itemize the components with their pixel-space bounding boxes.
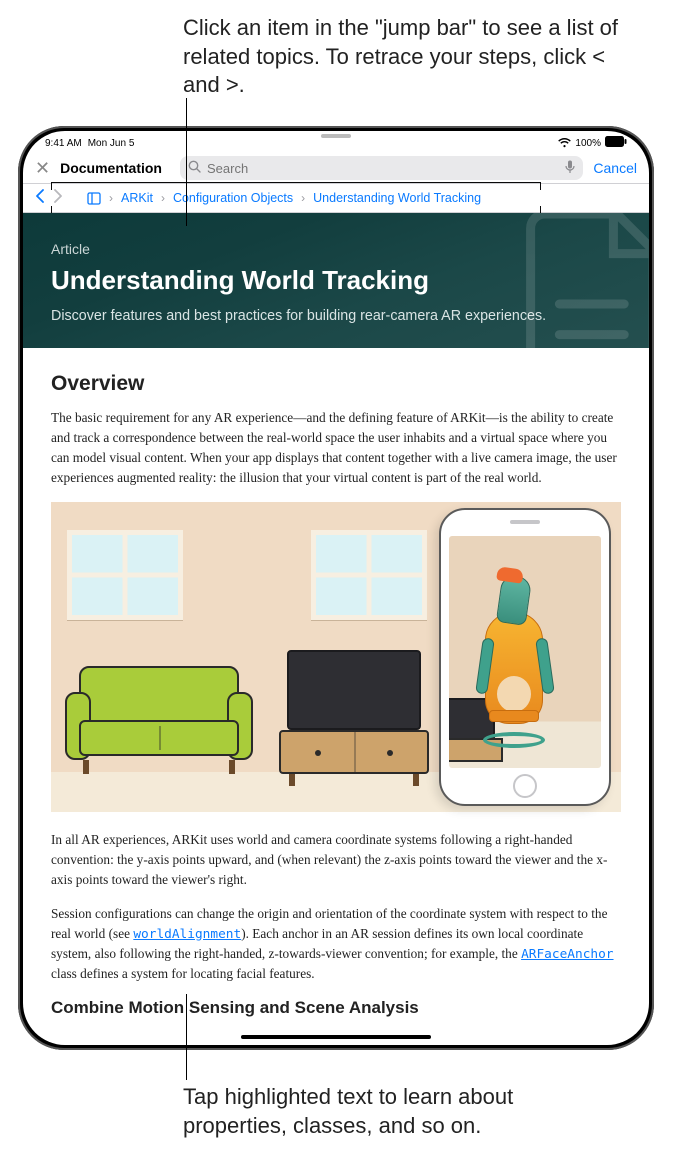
wifi-icon (558, 138, 571, 148)
multitask-pill[interactable] (321, 134, 351, 138)
cancel-button[interactable]: Cancel (593, 160, 637, 176)
content-scroll[interactable]: Article Understanding World Tracking Dis… (23, 213, 649, 1045)
search-icon (188, 160, 201, 176)
jumpbar-item-config[interactable]: Configuration Objects (173, 191, 293, 205)
jumpbar-item-arkit[interactable]: ARKit (121, 191, 153, 205)
callout-top: Click an item in the "jump bar" to see a… (183, 14, 623, 100)
close-icon[interactable]: ✕ (35, 158, 50, 179)
search-input[interactable] (207, 161, 559, 176)
nav-forward-icon[interactable] (53, 189, 63, 207)
document-bg-icon (509, 213, 649, 348)
jump-bar: › ARKit › Configuration Objects › Unders… (23, 183, 649, 213)
window-icon (67, 530, 183, 620)
overview-heading: Overview (51, 372, 621, 396)
nav-back-icon[interactable] (35, 189, 45, 207)
phone-mockup-icon (439, 508, 611, 806)
leader-line-top (186, 98, 187, 226)
mic-icon[interactable] (565, 160, 575, 177)
window-icon (311, 530, 427, 620)
overview-paragraph-3: Session configurations can change the or… (51, 904, 621, 984)
tv-stand-icon (279, 730, 429, 774)
illustration-ar-room (51, 502, 621, 812)
ipad-screen: 9:41 AM Mon Jun 5 100% ✕ Documentation (23, 131, 649, 1045)
search-field[interactable] (180, 156, 583, 180)
section-heading-combine: Combine Motion Sensing and Scene Analysi… (51, 998, 621, 1018)
link-arfaceanchor[interactable]: ARFaceAnchor (521, 947, 613, 962)
p3-text-c: class defines a system for locating faci… (51, 966, 315, 981)
library-icon[interactable] (87, 192, 101, 205)
overview-paragraph-1: The basic requirement for any AR experie… (51, 408, 621, 488)
status-time: 9:41 AM (45, 138, 82, 149)
ar-character-icon (475, 582, 553, 752)
overview-paragraph-2: In all AR experiences, ARKit uses world … (51, 830, 621, 890)
battery-pct: 100% (575, 138, 601, 149)
status-bar: 9:41 AM Mon Jun 5 100% (23, 131, 649, 153)
link-worldalignment[interactable]: worldAlignment (133, 927, 241, 942)
chevron-right-icon: › (161, 191, 165, 205)
status-date: Mon Jun 5 (88, 138, 135, 149)
ipad-frame: 9:41 AM Mon Jun 5 100% ✕ Documentation (18, 126, 654, 1050)
toolbar: ✕ Documentation Cancel (23, 153, 649, 183)
tv-icon (287, 650, 421, 730)
article-hero: Article Understanding World Tracking Dis… (23, 213, 649, 348)
couch-icon (65, 666, 253, 774)
battery-icon (605, 136, 627, 150)
toolbar-title: Documentation (60, 160, 162, 176)
home-indicator[interactable] (241, 1035, 431, 1039)
leader-line-bottom (186, 994, 187, 1080)
callout-bracket-top (51, 182, 541, 190)
article-body: Overview The basic requirement for any A… (23, 348, 649, 1042)
chevron-right-icon: › (109, 191, 113, 205)
chevron-right-icon: › (301, 191, 305, 205)
callout-bottom: Tap highlighted text to learn about prop… (183, 1083, 623, 1140)
jumpbar-item-page[interactable]: Understanding World Tracking (313, 191, 481, 205)
